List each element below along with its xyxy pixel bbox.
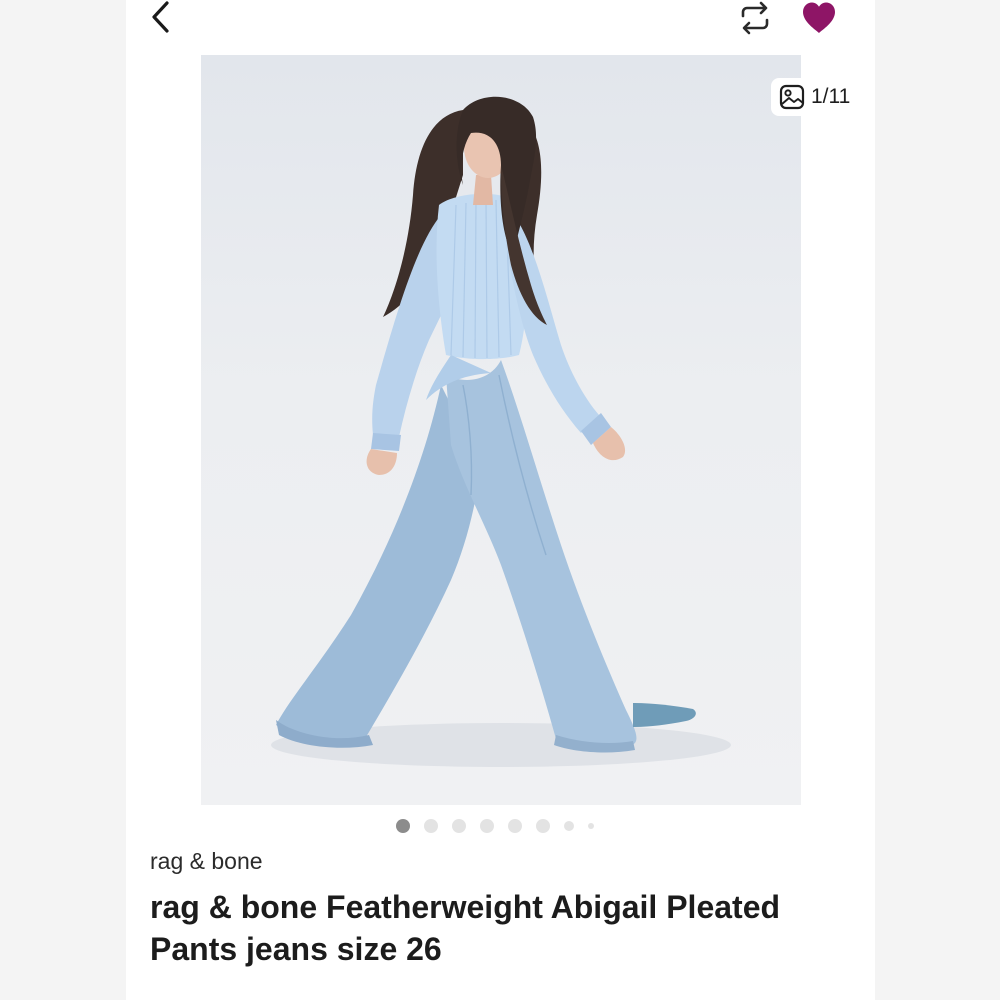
heart-icon [803, 2, 835, 33]
back-button[interactable] [144, 0, 178, 34]
repost-button[interactable] [736, 0, 774, 36]
carousel-dots [396, 818, 594, 834]
listing-page: 1/11 rag & bone rag & bone Featherweight… [126, 0, 875, 1000]
listing-title: rag & bone Featherweight Abigail Pleated… [150, 889, 781, 967]
brand-name[interactable]: rag & bone [150, 848, 263, 875]
carousel-dot[interactable] [424, 819, 438, 833]
photo-counter: 1/11 [771, 78, 859, 116]
carousel-dot[interactable] [396, 819, 410, 833]
chevron-left-icon [152, 1, 169, 33]
carousel-dot[interactable] [536, 819, 550, 833]
product-photo[interactable] [201, 55, 801, 805]
carousel-dot[interactable] [564, 821, 574, 831]
carousel-dot[interactable] [480, 819, 494, 833]
right-margin [875, 0, 1000, 1000]
repost-icon [741, 1, 769, 35]
carousel-dot[interactable] [452, 819, 466, 833]
carousel-dot[interactable] [588, 823, 594, 829]
like-button[interactable] [798, 0, 840, 36]
left-margin [0, 0, 126, 1000]
carousel-dot[interactable] [508, 819, 522, 833]
photo-counter-text: 1/11 [811, 85, 851, 108]
image-icon [779, 84, 805, 110]
